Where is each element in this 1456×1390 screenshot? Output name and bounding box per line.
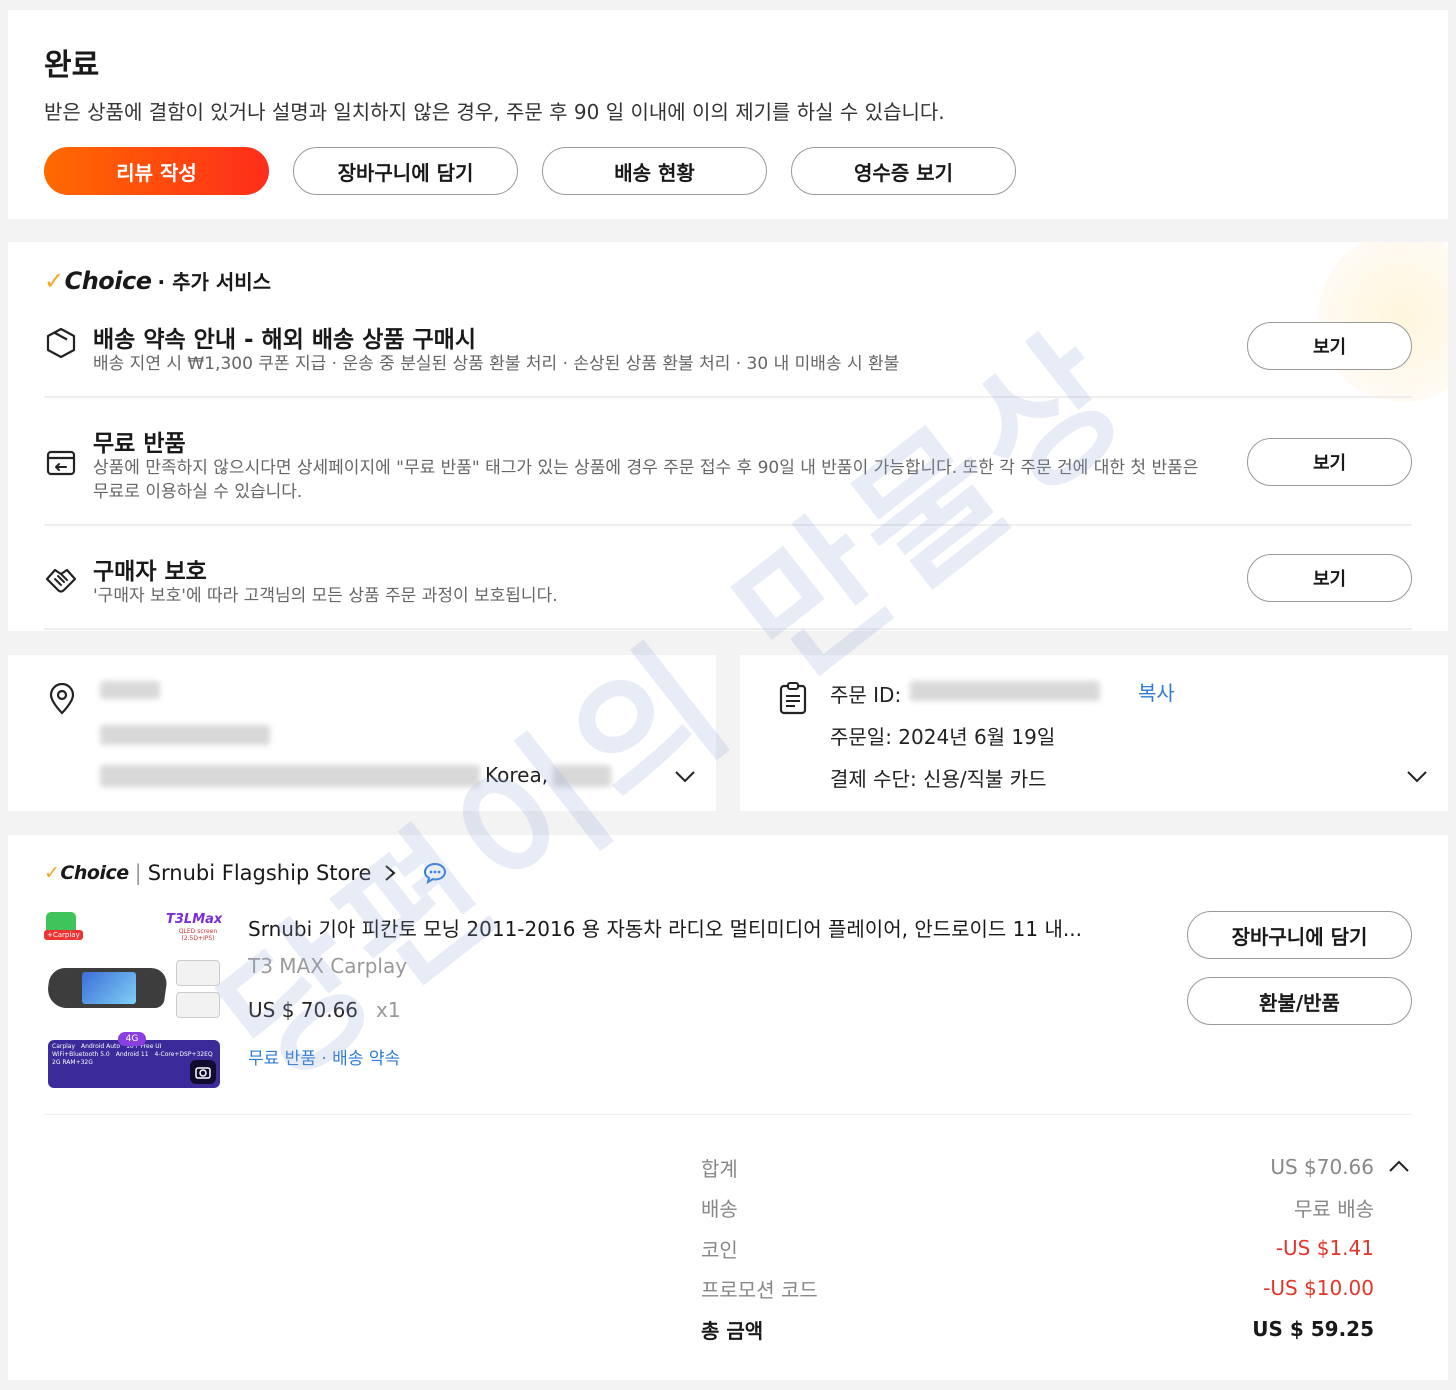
service-item-delivery-promise: 배송 약속 안내 - 해외 배송 상품 구매시 배송 지연 시 ₩1,300 쿠… bbox=[44, 320, 1412, 380]
summary-shipping-value: 무료 배송 bbox=[1294, 1197, 1374, 1221]
handshake-icon bbox=[45, 568, 77, 593]
order-date: 주문일: 2024년 6월 19일 bbox=[830, 725, 1056, 749]
status-title: 완료 bbox=[44, 48, 100, 83]
service-description: 배송 지연 시 ₩1,300 쿠폰 지급 · 운송 중 분실된 상품 환불 처리… bbox=[93, 354, 900, 374]
redacted-street bbox=[100, 765, 480, 787]
service-item-buyer-protection: 구매자 보호 '구매자 보호'에 따라 고객님의 모든 상품 주문 과정이 보호… bbox=[44, 552, 1412, 612]
order-info-card: 주문 ID: 복사 주문일: 2024년 6월 19일 결제 수단: 신용/직불… bbox=[740, 655, 1448, 811]
camera-icon[interactable] bbox=[190, 1060, 216, 1084]
4g-tag: 4G bbox=[118, 1032, 146, 1046]
chevron-right-icon[interactable] bbox=[383, 864, 397, 882]
chevron-up-icon[interactable] bbox=[1388, 1159, 1410, 1173]
product-price: US $ 70.66 bbox=[248, 998, 359, 1022]
product-service-tags[interactable]: 무료 반품 · 배송 약속 bbox=[248, 1044, 400, 1069]
shipping-address-card: Korea, bbox=[8, 655, 716, 811]
summary-total-label: 총 금액 bbox=[701, 1319, 764, 1343]
write-review-button[interactable]: 리뷰 작성 bbox=[44, 147, 269, 195]
service-title: 구매자 보호 bbox=[93, 559, 207, 585]
divider bbox=[44, 396, 1412, 398]
track-shipping-button[interactable]: 배송 현황 bbox=[542, 147, 767, 195]
service-title: 무료 반품 bbox=[93, 431, 186, 457]
redacted-order-id bbox=[910, 681, 1100, 701]
return-box-icon bbox=[46, 450, 76, 476]
redacted-postcode bbox=[553, 765, 611, 787]
check-icon: ✓ bbox=[44, 862, 60, 884]
summary-coin-label: 코인 bbox=[701, 1238, 738, 1262]
store-header: ✓ Choice | Srnubi Flagship Store bbox=[44, 861, 447, 885]
product-price-line: US $ 70.66 x1 bbox=[248, 998, 401, 1022]
service-description: '구매자 보호'에 따라 고객님의 모든 상품 주문 과정이 보호됩니다. bbox=[93, 586, 558, 606]
view-free-return-button[interactable]: 보기 bbox=[1247, 438, 1412, 486]
redacted-phone bbox=[100, 725, 270, 745]
carplay-chip: +Carplay bbox=[44, 930, 83, 940]
divider bbox=[44, 628, 1412, 630]
services-subtitle: · 추가 서비스 bbox=[157, 270, 272, 294]
summary-promo-value: -US $10.00 bbox=[1263, 1276, 1374, 1300]
summary-subtotal-value: US $70.66 bbox=[1270, 1155, 1374, 1179]
summary-coin-value: -US $1.41 bbox=[1275, 1236, 1374, 1260]
product-order-card: ✓ Choice | Srnubi Flagship Store +Carplay… bbox=[8, 835, 1448, 1380]
summary-shipping-label: 배송 bbox=[701, 1197, 738, 1221]
summary-promo-label: 프로모션 코드 bbox=[701, 1278, 818, 1302]
product-thumbnail[interactable]: +Carplay T3LMax QLED screen (2.5D+IPS) C… bbox=[44, 910, 224, 1090]
divider bbox=[44, 524, 1412, 526]
view-buyer-protection-button[interactable]: 보기 bbox=[1247, 554, 1412, 602]
view-delivery-promise-button[interactable]: 보기 bbox=[1247, 322, 1412, 370]
view-receipt-button[interactable]: 영수증 보기 bbox=[791, 147, 1016, 195]
service-description: 상품에 만족하지 않으시다면 상세페이지에 "무료 반품" 태그가 있는 상품에… bbox=[93, 458, 1199, 502]
summary-total-value: US $ 59.25 bbox=[1252, 1317, 1374, 1341]
chat-bubble-icon[interactable] bbox=[423, 862, 447, 884]
summary-subtotal-label: 합계 bbox=[701, 1157, 738, 1181]
product-variant: T3 MAX Carplay bbox=[248, 954, 408, 978]
copy-order-id-link[interactable]: 복사 bbox=[1138, 677, 1175, 706]
choice-header: ✓ Choice · 추가 서비스 bbox=[44, 266, 271, 295]
payment-method: 결제 수단: 신용/직불 카드 bbox=[830, 767, 1047, 791]
store-name-link[interactable]: Srnubi Flagship Store bbox=[148, 861, 372, 885]
add-to-cart-button[interactable]: 장바구니에 담기 bbox=[293, 147, 518, 195]
microphone-image bbox=[176, 992, 220, 1018]
check-icon: ✓ bbox=[44, 266, 64, 295]
refund-return-button[interactable]: 환불/반품 bbox=[1187, 977, 1412, 1025]
product-badge-sub: QLED screen (2.5D+IPS) bbox=[178, 928, 218, 942]
product-badge: T3LMax bbox=[166, 912, 223, 927]
address-country: Korea, bbox=[485, 763, 549, 787]
order-status-card: 완료 받은 상품에 결함이 있거나 설명과 일치하지 않은 경우, 주문 후 9… bbox=[8, 10, 1448, 219]
location-pin-icon bbox=[49, 683, 75, 715]
camera-glyph bbox=[195, 1067, 211, 1079]
choice-logo: ✓ Choice bbox=[44, 266, 152, 295]
product-add-to-cart-button[interactable]: 장바구니에 담기 bbox=[1187, 911, 1412, 959]
chevron-down-icon[interactable] bbox=[674, 765, 696, 787]
choice-services-card: ✓ Choice · 추가 서비스 배송 약속 안내 - 해외 배송 상품 구매시… bbox=[8, 242, 1448, 631]
cooling-fan-image bbox=[176, 960, 220, 986]
clipboard-icon bbox=[779, 682, 807, 715]
status-description: 받은 상품에 결함이 있거나 설명과 일치하지 않은 경우, 주문 후 90 일… bbox=[44, 100, 945, 124]
choice-logo: ✓ Choice bbox=[44, 862, 129, 884]
divider bbox=[44, 1114, 1412, 1115]
order-id-label: 주문 ID: bbox=[830, 683, 902, 707]
service-item-free-return: 무료 반품 상품에 만족하지 않으시다면 상세페이지에 "무료 반품" 태그가 … bbox=[44, 424, 1412, 504]
chevron-down-icon[interactable] bbox=[1406, 765, 1428, 787]
product-quantity: x1 bbox=[376, 998, 401, 1022]
separator: | bbox=[134, 861, 142, 885]
cube-icon bbox=[46, 327, 76, 359]
service-title: 배송 약속 안내 - 해외 배송 상품 구매시 bbox=[93, 327, 476, 353]
redacted-recipient-name bbox=[100, 681, 160, 699]
radio-screen bbox=[82, 972, 136, 1004]
product-title[interactable]: Srnubi 기아 피칸토 모닝 2011-2016 용 자동차 라디오 멀티미… bbox=[248, 913, 1138, 942]
